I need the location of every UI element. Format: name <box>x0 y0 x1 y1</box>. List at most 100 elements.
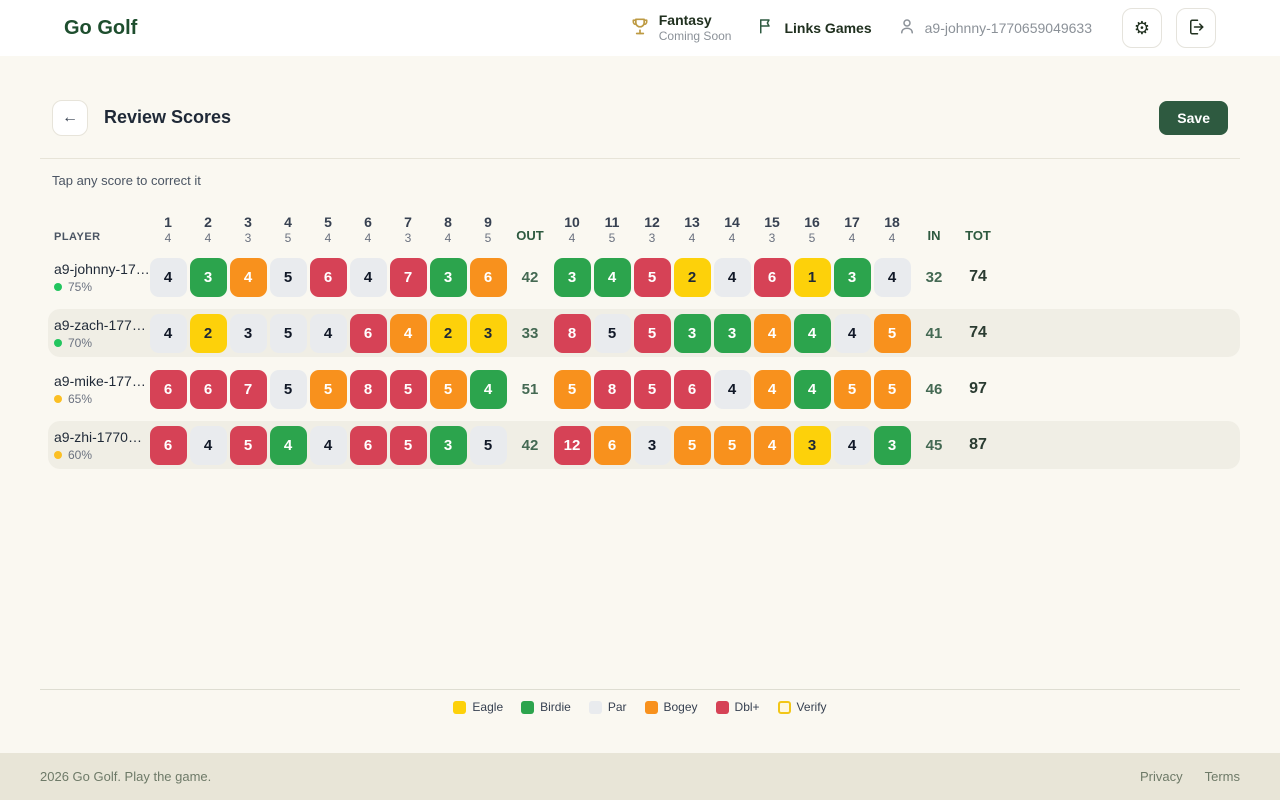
score-cell[interactable]: 4 <box>270 426 307 465</box>
score-cell[interactable]: 8 <box>594 370 631 409</box>
nav-item-links-games[interactable]: Links Games <box>757 17 871 40</box>
save-button[interactable]: Save <box>1159 101 1228 135</box>
score-cell[interactable]: 6 <box>190 370 227 409</box>
user-account[interactable]: a9-johnny-1770659049633 <box>898 17 1092 40</box>
score-cell[interactable]: 6 <box>350 314 387 353</box>
score-cell[interactable]: 4 <box>834 314 871 353</box>
player-info: a9-johnny-17…75% <box>48 261 148 294</box>
logout-button[interactable] <box>1176 8 1216 48</box>
score-cell[interactable]: 4 <box>390 314 427 353</box>
score-cell[interactable]: 5 <box>634 370 671 409</box>
toolbar-divider <box>40 158 1240 159</box>
score-cell[interactable]: 6 <box>470 258 507 297</box>
out-value: 51 <box>508 381 552 398</box>
score-cell[interactable]: 4 <box>754 426 791 465</box>
score-cell[interactable]: 5 <box>270 314 307 353</box>
footer-link-privacy[interactable]: Privacy <box>1140 769 1183 784</box>
score-cell[interactable]: 5 <box>634 258 671 297</box>
score-cell[interactable]: 5 <box>554 370 591 409</box>
score-cell[interactable]: 3 <box>554 258 591 297</box>
score-cell[interactable]: 2 <box>674 258 711 297</box>
score-cell[interactable]: 4 <box>874 258 911 297</box>
hole-par: 3 <box>632 231 672 245</box>
score-cell[interactable]: 4 <box>310 426 347 465</box>
score-cell[interactable]: 3 <box>714 314 751 353</box>
score-cell[interactable]: 4 <box>794 370 831 409</box>
score-cell[interactable]: 1 <box>794 258 831 297</box>
score-cell[interactable]: 5 <box>390 370 427 409</box>
hole-par: 3 <box>228 231 268 245</box>
score-cell[interactable]: 2 <box>430 314 467 353</box>
score-cell[interactable]: 5 <box>874 370 911 409</box>
hole-par: 5 <box>592 231 632 245</box>
score-cell[interactable]: 5 <box>270 370 307 409</box>
score-cell[interactable]: 3 <box>230 314 267 353</box>
score-cell[interactable]: 6 <box>754 258 791 297</box>
score-cell[interactable]: 3 <box>634 426 671 465</box>
score-cell[interactable]: 4 <box>150 314 187 353</box>
score-cell[interactable]: 7 <box>390 258 427 297</box>
player-name: a9-johnny-17… <box>54 261 148 277</box>
score-cell[interactable]: 4 <box>350 258 387 297</box>
score-cell[interactable]: 4 <box>150 258 187 297</box>
score-cell[interactable]: 6 <box>310 258 347 297</box>
score-cell[interactable]: 3 <box>430 258 467 297</box>
score-cell[interactable]: 6 <box>594 426 631 465</box>
score-cell[interactable]: 5 <box>270 258 307 297</box>
score-cell[interactable]: 3 <box>674 314 711 353</box>
score-cell[interactable]: 2 <box>190 314 227 353</box>
legend-label: Eagle <box>472 700 503 714</box>
score-cell[interactable]: 3 <box>874 426 911 465</box>
footer-link-terms[interactable]: Terms <box>1205 769 1240 784</box>
back-button[interactable]: ← <box>52 100 88 136</box>
score-cell[interactable]: 4 <box>470 370 507 409</box>
score-cell[interactable]: 4 <box>794 314 831 353</box>
score-cell[interactable]: 4 <box>310 314 347 353</box>
score-cell[interactable]: 7 <box>230 370 267 409</box>
score-cell[interactable]: 4 <box>754 314 791 353</box>
score-cell[interactable]: 5 <box>230 426 267 465</box>
out-value: 33 <box>508 325 552 342</box>
score-cell[interactable]: 4 <box>714 370 751 409</box>
in-value: 41 <box>912 325 956 342</box>
score-cell[interactable]: 3 <box>794 426 831 465</box>
hole-number: 11 <box>592 214 632 230</box>
nav-item-fantasy[interactable]: Fantasy Coming Soon <box>630 12 732 45</box>
score-cell[interactable]: 5 <box>470 426 507 465</box>
hole-header: 73 <box>388 214 428 245</box>
hole-par: 4 <box>872 231 912 245</box>
score-cell[interactable]: 8 <box>554 314 591 353</box>
score-cell[interactable]: 8 <box>350 370 387 409</box>
footer-text: 2026 Go Golf. Play the game. <box>40 769 211 784</box>
fantasy-label: Fantasy <box>659 12 732 30</box>
score-cell[interactable]: 6 <box>150 370 187 409</box>
score-cell[interactable]: 5 <box>874 314 911 353</box>
score-cell[interactable]: 4 <box>714 258 751 297</box>
settings-button[interactable]: ⚙ <box>1122 8 1162 48</box>
score-cell[interactable]: 4 <box>190 426 227 465</box>
score-cell[interactable]: 4 <box>754 370 791 409</box>
hole-par: 5 <box>792 231 832 245</box>
score-cell[interactable]: 5 <box>594 314 631 353</box>
score-cell[interactable]: 4 <box>834 426 871 465</box>
score-cell[interactable]: 5 <box>390 426 427 465</box>
score-cell[interactable]: 3 <box>470 314 507 353</box>
logout-icon <box>1187 18 1205 39</box>
score-cell[interactable]: 5 <box>430 370 467 409</box>
score-cell[interactable]: 3 <box>190 258 227 297</box>
score-cell[interactable]: 5 <box>674 426 711 465</box>
score-cell[interactable]: 4 <box>230 258 267 297</box>
score-cell[interactable]: 6 <box>350 426 387 465</box>
score-cell[interactable]: 3 <box>834 258 871 297</box>
score-cell[interactable]: 4 <box>594 258 631 297</box>
hole-number: 18 <box>872 214 912 230</box>
score-cell[interactable]: 5 <box>714 426 751 465</box>
score-cell[interactable]: 6 <box>150 426 187 465</box>
score-cell[interactable]: 3 <box>430 426 467 465</box>
score-cell[interactable]: 12 <box>554 426 591 465</box>
legend-item: Par <box>589 700 627 714</box>
score-cell[interactable]: 5 <box>310 370 347 409</box>
score-cell[interactable]: 5 <box>634 314 671 353</box>
score-cell[interactable]: 5 <box>834 370 871 409</box>
score-cell[interactable]: 6 <box>674 370 711 409</box>
